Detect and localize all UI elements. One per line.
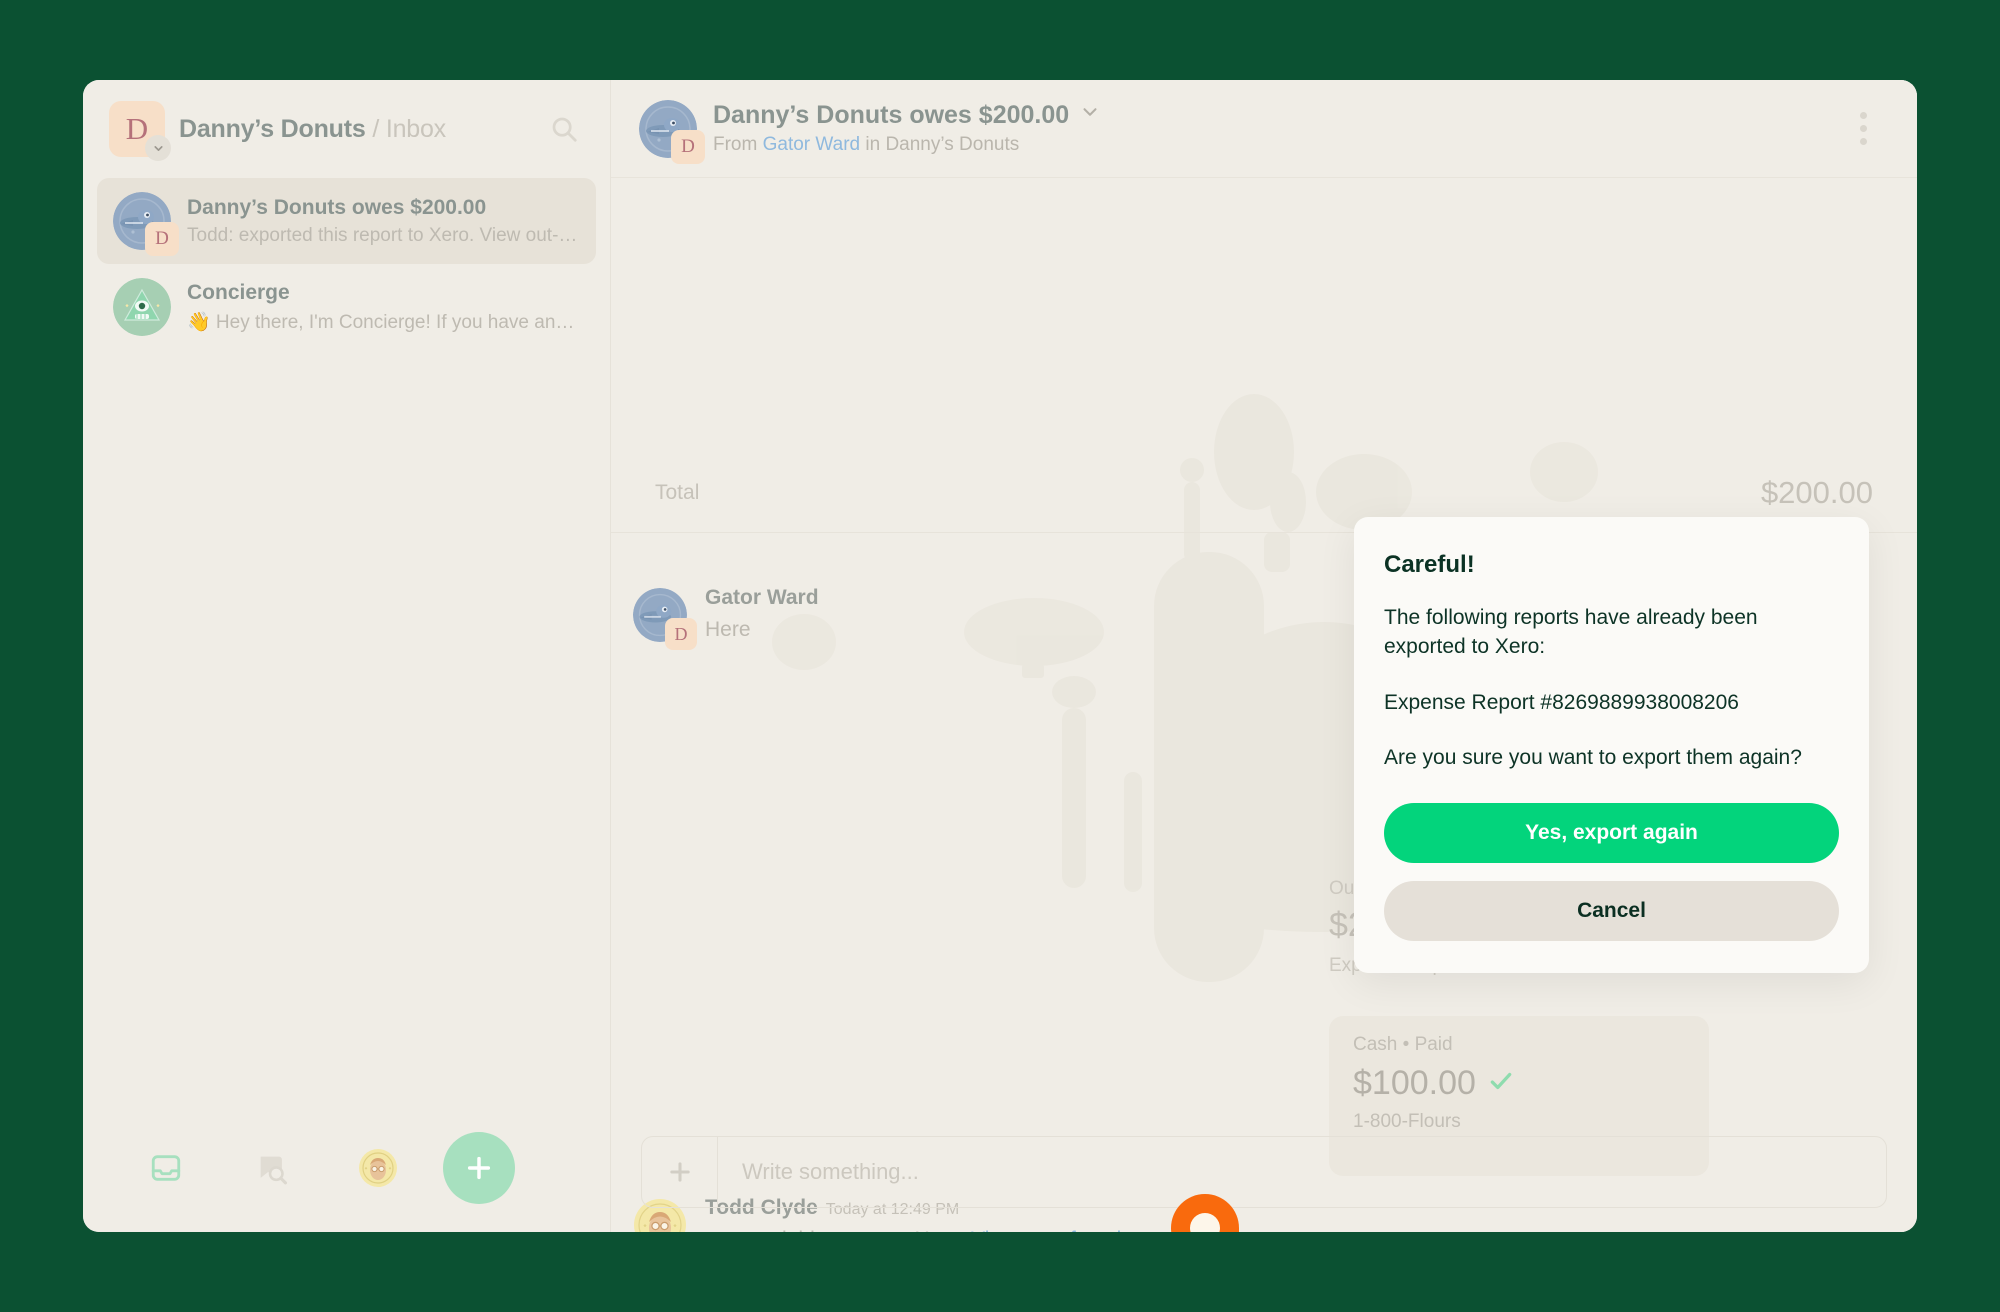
workspace-badge: D	[145, 222, 179, 256]
sidebar-bottom-nav	[83, 1104, 610, 1232]
inbox-icon[interactable]	[113, 1133, 219, 1203]
list-item-text: Danny’s Donuts owes $200.00 Todd: export…	[187, 196, 580, 247]
chevron-down-icon[interactable]	[1079, 101, 1101, 130]
page-title: Danny’s Donuts owes $200.00	[713, 101, 1101, 130]
chat-list: D Danny’s Donuts owes $200.00 Todd: expo…	[83, 178, 610, 350]
sidebar-header: D Danny’s Donuts / Inbox	[83, 80, 610, 178]
concierge-avatar-icon	[113, 278, 171, 336]
conversation-title: Danny’s Donuts owes $200.00	[713, 101, 1070, 129]
list-item[interactable]: D Danny’s Donuts owes $200.00 Todd: expo…	[97, 178, 596, 264]
expense-amount: $100.00	[1353, 1064, 1476, 1102]
message-composer	[611, 1112, 1917, 1232]
main-panel: D Danny’s Donuts owes $200.00 From Gator…	[611, 80, 1917, 1232]
sidebar-section-name: Inbox	[385, 114, 446, 143]
sidebar: D Danny’s Donuts / Inbox D Danny’s Donut…	[83, 80, 611, 1232]
total-amount: $200.00	[1760, 474, 1873, 510]
avatar: D	[113, 192, 179, 256]
list-item-title: Concierge	[187, 280, 290, 304]
subtitle-prefix: From	[713, 134, 763, 155]
sidebar-workspace-name: Danny’s Donuts	[179, 114, 366, 143]
workspace-badge: D	[671, 129, 705, 164]
total-label: Total	[655, 480, 700, 504]
avatar	[113, 278, 171, 336]
expense-meta: Cash • Paid	[1353, 1034, 1453, 1055]
search-chat-icon[interactable]	[219, 1133, 325, 1203]
workspace-switcher[interactable]: D	[109, 101, 171, 161]
check-icon	[1488, 1064, 1514, 1103]
composer-box[interactable]	[641, 1136, 1887, 1208]
more-vertical-icon[interactable]	[1843, 106, 1883, 152]
list-item-text: Concierge 👋 Hey there, I'm Concierge! If…	[187, 281, 580, 334]
avatar: D	[633, 588, 697, 650]
conversation-header: D Danny’s Donuts owes $200.00 From Gator…	[611, 80, 1917, 178]
modal-title: Careful!	[1384, 551, 1475, 578]
cursor-pin-dot	[1190, 1213, 1220, 1232]
modal-paragraph-1: The following reports have already been …	[1384, 606, 1758, 659]
sidebar-title: Danny’s Donuts / Inbox	[179, 115, 530, 144]
conversation-header-text: Danny’s Donuts owes $200.00 From Gator W…	[713, 101, 1101, 156]
profile-coin-icon[interactable]	[325, 1133, 431, 1203]
confirmation-modal: Careful! The following reports have alre…	[1354, 517, 1869, 973]
cancel-button[interactable]: Cancel	[1384, 880, 1839, 941]
new-chat-button[interactable]	[443, 1132, 515, 1204]
list-item-preview: 👋 Hey there, I'm Concierge! If you have …	[187, 311, 580, 333]
search-icon[interactable]	[544, 109, 584, 149]
chevron-down-icon[interactable]	[145, 135, 171, 161]
sender-link[interactable]: Gator Ward	[763, 134, 861, 155]
message-input[interactable]	[718, 1159, 1886, 1185]
workspace-badge: D	[665, 618, 697, 650]
subtitle-suffix: in Danny’s Donuts	[860, 134, 1020, 155]
sidebar-title-separator: /	[372, 114, 380, 143]
list-item-preview: Todd: exported this report to Xero. View…	[187, 224, 580, 246]
list-item-title: Danny’s Donuts owes $200.00	[187, 195, 487, 219]
confirm-export-button[interactable]: Yes, export again	[1384, 802, 1839, 863]
expense-amount-row: $100.00	[1353, 1064, 1685, 1103]
avatar: D	[639, 99, 705, 164]
modal-paragraph-3: Are you sure you want to export them aga…	[1384, 746, 1802, 770]
conversation-subtitle: From Gator Ward in Danny’s Donuts	[713, 134, 1101, 156]
app-window: D Danny’s Donuts / Inbox D Danny’s Donut…	[83, 80, 1917, 1232]
plus-icon[interactable]	[642, 1137, 718, 1207]
list-item[interactable]: Concierge 👋 Hey there, I'm Concierge! If…	[97, 264, 596, 350]
modal-paragraph-2: Expense Report #8269889938008206	[1384, 690, 1739, 714]
